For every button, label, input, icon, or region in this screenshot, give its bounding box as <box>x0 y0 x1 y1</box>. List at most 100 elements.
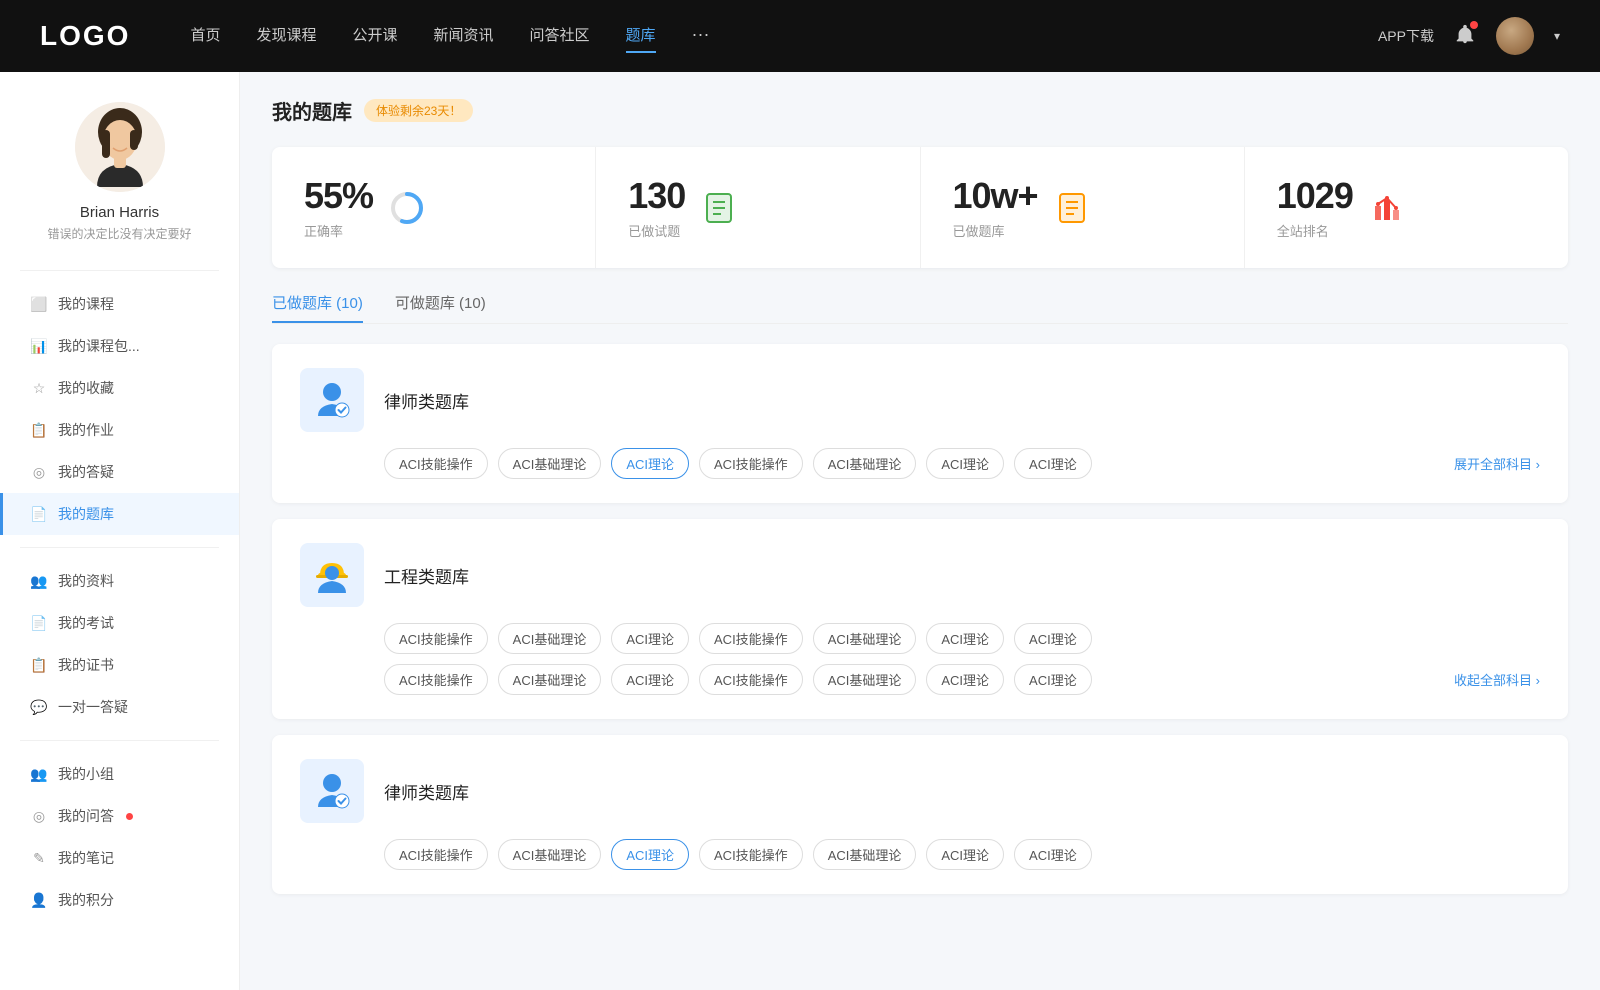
nav-open[interactable]: 公开课 <box>352 24 397 49</box>
qbank-expand-1[interactable]: 收起全部科目 › <box>1454 670 1540 689</box>
user-avatar[interactable] <box>1496 17 1534 55</box>
sidebar-item-label: 我的课程 <box>58 294 114 314</box>
qa-notification-dot <box>126 813 133 820</box>
sidebar-item-one-one[interactable]: 💬 一对一答疑 <box>0 686 239 728</box>
lawyer-person-icon <box>310 378 354 422</box>
notification-bell[interactable] <box>1454 23 1476 50</box>
sidebar-item-label: 我的问答 <box>58 806 114 826</box>
group-icon: 👥 <box>30 765 48 783</box>
qbank-card-0: 律师类题库 ACI技能操作 ACI基础理论 ACI理论 ACI技能操作 ACI基… <box>272 344 1568 503</box>
qbank-tag-1r-2[interactable]: ACI理论 <box>611 664 689 695</box>
sidebar-item-course-package[interactable]: 📊 我的课程包... <box>0 325 239 367</box>
qbank-tag-0-5[interactable]: ACI理论 <box>926 448 1004 479</box>
qbank-tag-0-2[interactable]: ACI理论 <box>611 448 689 479</box>
qbank-expand-0[interactable]: 展开全部科目 › <box>1454 454 1540 473</box>
stat-done-banks: 10w+ 已做题库 <box>921 147 1245 268</box>
qbank-tag-2-6[interactable]: ACI理论 <box>1014 839 1092 870</box>
sidebar-avatar <box>75 102 165 192</box>
qbank-tag-1-2[interactable]: ACI理论 <box>611 623 689 654</box>
qbank-title-2: 律师类题库 <box>384 779 469 804</box>
qbank-tag-1r-0[interactable]: ACI技能操作 <box>384 664 488 695</box>
sidebar-item-group[interactable]: 👥 我的小组 <box>0 753 239 795</box>
avatar-image <box>1496 17 1534 55</box>
sidebar-item-label: 我的题库 <box>58 504 114 524</box>
nav-news[interactable]: 新闻资讯 <box>434 24 494 49</box>
qbank-tag-1r-3[interactable]: ACI技能操作 <box>699 664 803 695</box>
sidebar-item-notes[interactable]: ✎ 我的笔记 <box>0 837 239 879</box>
qbank-card-2: 律师类题库 ACI技能操作 ACI基础理论 ACI理论 ACI技能操作 ACI基… <box>272 735 1568 894</box>
sidebar-item-homework[interactable]: 📋 我的作业 <box>0 409 239 451</box>
tabs-row: 已做题库 (10) 可做题库 (10) <box>272 292 1568 324</box>
sidebar-item-label: 我的资料 <box>58 571 114 591</box>
donut-chart-icon <box>389 190 425 226</box>
qbank-tag-1-1[interactable]: ACI基础理论 <box>498 623 602 654</box>
nav-home[interactable]: 首页 <box>190 24 220 49</box>
sidebar-item-exam[interactable]: 📄 我的考试 <box>0 602 239 644</box>
profile-icon: 👥 <box>30 572 48 590</box>
user-menu-arrow[interactable]: ▾ <box>1554 29 1560 43</box>
qbank-tag-1-3[interactable]: ACI技能操作 <box>699 623 803 654</box>
qbank-tag-1-4[interactable]: ACI基础理论 <box>813 623 917 654</box>
sidebar-item-label: 我的作业 <box>58 420 114 440</box>
tab-done-banks[interactable]: 已做题库 (10) <box>272 292 363 323</box>
qbank-title-0: 律师类题库 <box>384 388 469 413</box>
sidebar-item-label: 我的收藏 <box>58 378 114 398</box>
app-download-button[interactable]: APP下载 <box>1378 26 1434 46</box>
qbank-tag-2-0[interactable]: ACI技能操作 <box>384 839 488 870</box>
qbank-icon-lawyer-2 <box>300 759 364 823</box>
qbank-tag-0-3[interactable]: ACI技能操作 <box>699 448 803 479</box>
qbank-tag-1-0[interactable]: ACI技能操作 <box>384 623 488 654</box>
tab-available-banks[interactable]: 可做题库 (10) <box>395 292 486 323</box>
sidebar-item-points[interactable]: 👤 我的积分 <box>0 879 239 921</box>
stat-done-value: 130 <box>628 175 685 217</box>
stat-done-questions: 130 已做试题 <box>596 147 920 268</box>
sidebar-item-label: 我的笔记 <box>58 848 114 868</box>
sidebar-item-my-qa[interactable]: ◎ 我的问答 <box>0 795 239 837</box>
sidebar-item-label: 我的证书 <box>58 655 114 675</box>
sidebar-item-my-course[interactable]: ⬜ 我的课程 <box>0 283 239 325</box>
sidebar: Brian Harris 错误的决定比没有决定要好 ⬜ 我的课程 📊 我的课程包… <box>0 72 240 990</box>
sidebar-item-favorites[interactable]: ☆ 我的收藏 <box>0 367 239 409</box>
qbank-tag-2-1[interactable]: ACI基础理论 <box>498 839 602 870</box>
exam-icon: 📄 <box>30 614 48 632</box>
nav-more[interactable]: ··· <box>692 24 710 49</box>
sidebar-item-label: 我的考试 <box>58 613 114 633</box>
qbank-tag-1-6[interactable]: ACI理论 <box>1014 623 1092 654</box>
qbank-tag-0-0[interactable]: ACI技能操作 <box>384 448 488 479</box>
sidebar-item-label: 我的小组 <box>58 764 114 784</box>
qbank-tag-1r-6[interactable]: ACI理论 <box>1014 664 1092 695</box>
stat-banks-label: 已做题库 <box>953 221 1038 240</box>
qbank-tag-0-1[interactable]: ACI基础理论 <box>498 448 602 479</box>
qbank-tag-1r-1[interactable]: ACI基础理论 <box>498 664 602 695</box>
stat-done-label: 已做试题 <box>628 221 685 240</box>
nav-qa[interactable]: 问答社区 <box>530 24 590 49</box>
qbank-tag-0-6[interactable]: ACI理论 <box>1014 448 1092 479</box>
sidebar-item-question-bank[interactable]: 📄 我的题库 <box>0 493 239 535</box>
lawyer-person-icon-2 <box>310 769 354 813</box>
qbank-tag-2-4[interactable]: ACI基础理论 <box>813 839 917 870</box>
qbank-title-1: 工程类题库 <box>384 563 469 588</box>
sidebar-item-profile[interactable]: 👥 我的资料 <box>0 560 239 602</box>
stat-accuracy-value: 55% <box>304 175 373 217</box>
qbank-tag-2-5[interactable]: ACI理论 <box>926 839 1004 870</box>
qbank-tag-2-2[interactable]: ACI理论 <box>611 839 689 870</box>
nav-bank[interactable]: 题库 <box>626 24 656 49</box>
nav-discover[interactable]: 发现课程 <box>256 24 316 49</box>
sidebar-item-certificate[interactable]: 📋 我的证书 <box>0 644 239 686</box>
sidebar-avatar-image <box>75 102 165 192</box>
star-icon: ☆ <box>30 379 48 397</box>
sidebar-motto: 错误的决定比没有决定要好 <box>47 225 191 242</box>
bank-icon: 📄 <box>30 505 48 523</box>
sidebar-item-qanda[interactable]: ◎ 我的答疑 <box>0 451 239 493</box>
qbank-icon-engineer-0 <box>300 543 364 607</box>
page-header: 我的题库 体验剩余23天！ <box>272 96 1568 125</box>
qbank-tag-1r-5[interactable]: ACI理论 <box>926 664 1004 695</box>
qbank-tag-2-3[interactable]: ACI技能操作 <box>699 839 803 870</box>
qbank-tag-1-5[interactable]: ACI理论 <box>926 623 1004 654</box>
notification-dot <box>1470 21 1478 29</box>
stats-row: 55% 正确率 130 已做试题 <box>272 147 1568 268</box>
qbank-tag-0-4[interactable]: ACI基础理论 <box>813 448 917 479</box>
notes-orange-icon <box>1054 190 1090 226</box>
header: LOGO 首页 发现课程 公开课 新闻资讯 问答社区 题库 ··· APP下载 … <box>0 0 1600 72</box>
qbank-tag-1r-4[interactable]: ACI基础理论 <box>813 664 917 695</box>
